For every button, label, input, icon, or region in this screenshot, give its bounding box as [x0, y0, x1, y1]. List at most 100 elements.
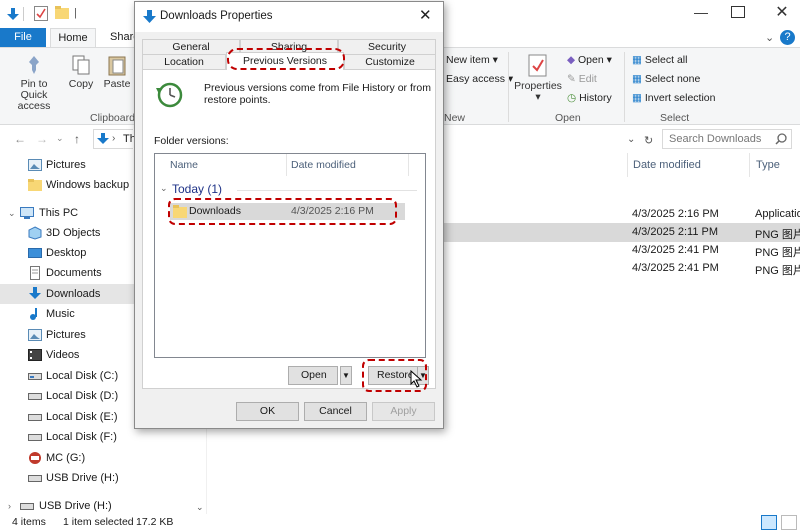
list-header-divider — [286, 154, 287, 176]
copy-button[interactable]: Copy — [66, 54, 96, 90]
open-button[interactable]: ◆ Open ▾ — [567, 54, 612, 66]
dialog-close-button[interactable]: ✕ — [419, 6, 432, 24]
easy-access-button[interactable]: Easy access ▾ — [446, 73, 513, 85]
column-date-modified[interactable]: Date modified — [633, 159, 701, 171]
properties-button[interactable]: Properties ▾ — [514, 54, 562, 103]
mc-drive-icon — [29, 452, 41, 464]
downloads-small-icon — [97, 133, 109, 144]
ribbon-collapse-chevron-icon[interactable]: ⌄ — [765, 31, 774, 44]
collapse-chevron-icon[interactable]: › — [8, 496, 11, 516]
nav-item-mc-g[interactable]: MC (G:) — [0, 448, 196, 468]
nav-item-usb-h-root[interactable]: › USB Drive (H:) — [0, 496, 196, 516]
minimize-button[interactable]: — — [686, 4, 716, 24]
tab-file[interactable]: File — [0, 28, 46, 47]
properties-check-icon[interactable] — [34, 6, 48, 21]
tab-location[interactable]: Location — [142, 54, 226, 69]
search-box[interactable]: Search Downloads — [662, 129, 792, 149]
address-box[interactable]: › Th — [93, 129, 136, 149]
clipboard-group-label: Clipboard — [90, 112, 135, 124]
up-arrow-icon[interactable]: ↑ — [74, 132, 80, 146]
desktop-icon — [28, 248, 42, 258]
tab-customize[interactable]: Customize — [344, 54, 436, 69]
nav-label: Videos — [46, 349, 80, 361]
drive-icon — [28, 414, 42, 421]
new-folder-icon[interactable] — [55, 6, 69, 20]
status-selected: 1 item selected — [63, 516, 134, 528]
list-header-date[interactable]: Date modified — [291, 159, 356, 171]
drive-icon — [28, 434, 42, 441]
computer-icon — [20, 207, 34, 219]
tab-home[interactable]: Home — [50, 28, 96, 47]
select-group-label: Select — [660, 112, 690, 124]
tab-security[interactable]: Security — [338, 39, 436, 54]
pin-icon — [29, 56, 39, 74]
pin-label-2: access — [17, 100, 51, 112]
tab-share[interactable]: Share — [100, 28, 139, 47]
address-dropdown-icon[interactable]: ⌄ — [627, 134, 635, 145]
paste-button[interactable]: Paste — [102, 54, 132, 90]
details-view-icon[interactable] — [761, 515, 777, 530]
folder-versions-label: Folder versions: — [154, 135, 229, 147]
edit-icon: ✎ — [567, 73, 576, 85]
back-arrow-icon[interactable]: ← — [14, 132, 26, 146]
nav-item-downloads[interactable]: Downloads — [0, 284, 134, 304]
nav-label: Windows backup — [46, 179, 130, 191]
open-group-label: Open — [555, 112, 581, 124]
info-text-line-1: Previous versions come from File History… — [204, 82, 431, 94]
apply-button[interactable]: Apply — [372, 402, 435, 421]
file-date: 4/3/2025 2:16 PM — [632, 208, 719, 220]
group-label: Today (1) — [172, 182, 223, 196]
nav-item-usb-h[interactable]: USB Drive (H:) — [0, 468, 196, 488]
maximize-button[interactable] — [731, 6, 745, 18]
group-collapse-chevron-icon[interactable]: ⌄ — [160, 183, 168, 194]
pictures-icon — [28, 159, 42, 171]
nav-item-disk-f[interactable]: Local Disk (F:) — [0, 427, 196, 447]
table-row-selected[interactable] — [444, 223, 800, 242]
history-button[interactable]: ◷ History — [567, 92, 612, 104]
copy-label: Copy — [68, 78, 94, 90]
cancel-button[interactable]: Cancel — [304, 402, 367, 421]
select-none-button[interactable]: ▦ Select none — [632, 73, 700, 85]
select-none-icon: ▦ — [632, 73, 642, 85]
open-version-button[interactable]: Open — [288, 366, 338, 385]
download-arrow-icon — [29, 287, 41, 299]
nav-scroll-down-icon[interactable]: ⌄ — [196, 502, 204, 513]
expand-chevron-icon[interactable]: ⌄ — [8, 203, 16, 223]
forward-arrow-icon[interactable]: → — [36, 132, 48, 146]
column-type[interactable]: Type — [756, 159, 780, 171]
file-type: PNG 图片 — [755, 265, 800, 277]
recent-chevron-icon[interactable]: ⌄ — [56, 133, 64, 144]
restore-history-icon — [156, 82, 183, 108]
nav-label: Pictures — [46, 329, 86, 341]
new-item-button[interactable]: New item ▾ — [446, 54, 498, 66]
refresh-icon[interactable]: ↻ — [644, 134, 653, 147]
file-type: Applicatio — [755, 208, 800, 220]
easy-access-label: Easy access — [446, 73, 505, 85]
list-header-name[interactable]: Name — [170, 159, 198, 171]
3d-objects-icon — [28, 226, 42, 240]
usb-drive-icon — [28, 475, 42, 482]
invert-selection-label: Invert selection — [644, 92, 716, 104]
nav-label: Local Disk (C:) — [46, 370, 119, 382]
mouse-cursor-icon — [410, 370, 423, 388]
file-date: 4/3/2025 2:41 PM — [632, 262, 719, 274]
pin-quick-access-button[interactable]: Pin to Quick access — [6, 54, 62, 112]
invert-selection-icon: ▦ — [632, 92, 642, 104]
nav-label: This PC — [39, 207, 79, 219]
open-dropdown-arrow-icon[interactable]: ▼ — [340, 366, 352, 385]
nav-label: USB Drive (H:) — [46, 472, 119, 484]
videos-icon — [28, 349, 42, 361]
history-icon: ◷ — [567, 92, 577, 104]
invert-selection-button[interactable]: ▦ Invert selection — [632, 92, 715, 104]
edit-button[interactable]: ✎ Edit — [567, 73, 597, 85]
close-window-button[interactable]: ✕ — [770, 2, 794, 24]
drive-icon — [28, 393, 42, 400]
ok-button[interactable]: OK — [236, 402, 299, 421]
large-icons-view-icon[interactable] — [781, 515, 797, 530]
nav-label: Local Disk (F:) — [46, 431, 117, 443]
help-icon[interactable]: ? — [780, 30, 795, 45]
documents-icon — [30, 266, 40, 280]
versions-listview[interactable]: Name Date modified ⌄ Today (1) Downloads… — [154, 153, 426, 358]
usb-drive-icon — [20, 503, 34, 510]
select-all-button[interactable]: ▦ Select all — [632, 54, 687, 66]
